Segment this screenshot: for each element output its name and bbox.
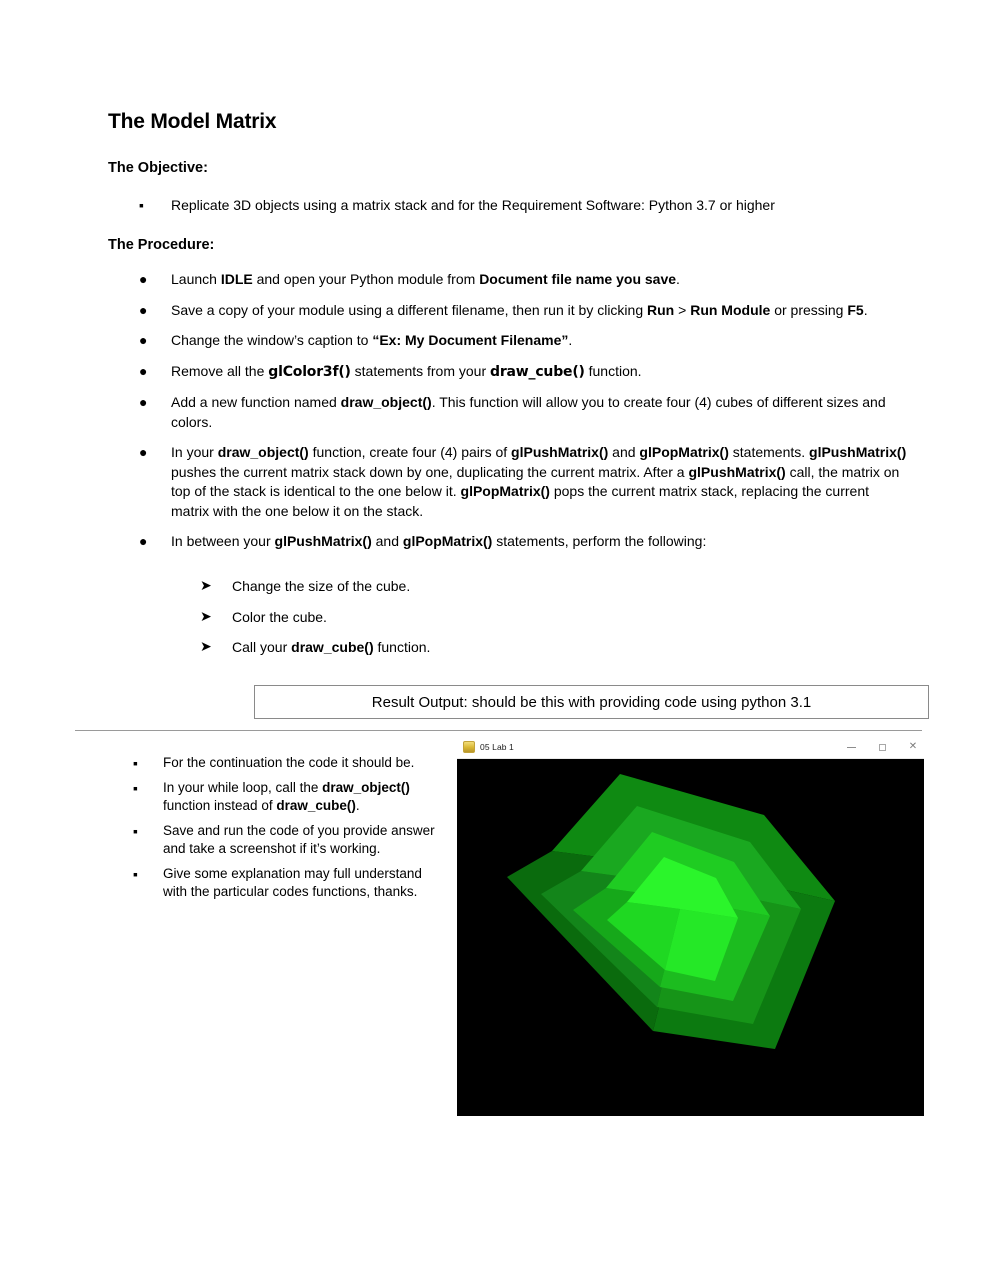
app-window-title: 05 Lab 1: [480, 742, 514, 752]
procedure-bullet-icon: ●: [139, 301, 148, 318]
app-titlebar: 05 Lab 1 ✕: [457, 736, 924, 759]
bottom-note-bullet-icon: ▪: [133, 865, 138, 882]
procedure-bullet-icon: ●: [139, 533, 148, 549]
procedure-heading: The Procedure:: [108, 237, 215, 253]
bottom-note-bullet-icon: ▪: [133, 779, 138, 796]
objective-bullet-icon: ▪: [139, 197, 144, 213]
window-controls: ✕: [844, 736, 920, 758]
bottom-note-text: In your while loop, call the draw_object…: [163, 779, 410, 814]
bottom-note-item: ▪ Give some explanation may full understa…: [133, 865, 445, 902]
close-icon[interactable]: ✕: [906, 740, 920, 754]
procedure-sublist: ➤ Change the size of the cube. ➤ Color the …: [200, 577, 620, 658]
procedure-text: In between your glPushMatrix() and glPop…: [171, 533, 707, 549]
bottom-note-text: Save and run the code of you provide ans…: [163, 822, 435, 857]
opengl-render-canvas: [457, 759, 924, 1116]
procedure-text: Save a copy of your module using a diffe…: [171, 301, 868, 318]
python-app-icon: [463, 741, 475, 753]
procedure-text: Launch IDLE and open your Python module …: [171, 271, 680, 287]
bottom-note-text: Give some explanation may full understan…: [163, 865, 422, 900]
bottom-note-item: ▪ For the continuation the code it should…: [133, 754, 445, 773]
bottom-note-bullet-icon: ▪: [133, 755, 138, 771]
procedure-item: ● Remove all the glColor3f() statements f…: [139, 362, 909, 383]
procedure-bullet-icon: ●: [139, 332, 148, 348]
procedure-bullet-icon: ●: [139, 362, 148, 379]
bottom-note-text: For the continuation the code it should …: [163, 755, 415, 770]
sub-procedure-bullet-icon: ➤: [200, 608, 212, 625]
sub-procedure-item: ➤ Change the size of the cube.: [200, 577, 620, 597]
result-output-label: Result Output: should be this with provi…: [371, 693, 812, 711]
procedure-text: In your draw_object() function, create f…: [171, 444, 907, 519]
procedure-item: ● Launch IDLE and open your Python module…: [139, 270, 909, 290]
bottom-note-item: ▪ Save and run the code of you provide an…: [133, 822, 445, 859]
procedure-item: ● In your draw_object() function, create …: [139, 443, 909, 521]
sub-procedure-text: Color the cube.: [232, 608, 327, 625]
sub-procedure-item: ➤ Call your draw_cube() function.: [200, 638, 620, 658]
maximize-icon[interactable]: [875, 740, 889, 754]
procedure-bullet-icon: ●: [139, 271, 148, 287]
document-page: The Model Matrix The Objective: ▪ Replica…: [0, 0, 989, 1280]
objective-item: ▪ Replicate 3D objects using a matrix sta…: [139, 196, 899, 216]
minimize-icon[interactable]: [844, 740, 858, 754]
procedure-text: Remove all the glColor3f() statements fr…: [171, 362, 642, 380]
procedure-bullet-icon: ●: [139, 444, 148, 460]
procedure-text: Add a new function named draw_object(). …: [171, 394, 886, 430]
objective-heading: The Objective:: [108, 160, 208, 176]
procedure-item: ● Change the window’s caption to “Ex: My …: [139, 331, 909, 351]
page-title: The Model Matrix: [108, 110, 277, 133]
sub-procedure-bullet-icon: ➤: [200, 639, 212, 655]
nested-cubes-graphic: [507, 774, 835, 1049]
sub-procedure-bullet-icon: ➤: [200, 578, 212, 594]
section-divider: [75, 730, 922, 731]
objective-list: ▪ Replicate 3D objects using a matrix sta…: [139, 196, 899, 216]
objective-text: Replicate 3D objects using a matrix stac…: [171, 197, 775, 213]
sub-procedure-text: Call your draw_cube() function.: [232, 639, 431, 655]
procedure-item: ● Save a copy of your module using a diff…: [139, 301, 909, 321]
bottom-note-bullet-icon: ▪: [133, 822, 138, 839]
procedure-list: ● Launch IDLE and open your Python module…: [139, 270, 909, 552]
bottom-notes-list: ▪ For the continuation the code it should…: [133, 754, 445, 908]
bottom-note-item: ▪ In your while loop, call the draw_objec…: [133, 779, 445, 816]
procedure-item: ● Add a new function named draw_object().…: [139, 393, 909, 432]
sub-procedure-text: Change the size of the cube.: [232, 578, 411, 594]
procedure-text: Change the window’s caption to “Ex: My D…: [171, 332, 573, 348]
sub-procedure-item: ➤ Color the cube.: [200, 608, 620, 628]
embedded-app-window: 05 Lab 1 ✕: [457, 736, 924, 1116]
result-output-box: Result Output: should be this with provi…: [254, 685, 929, 719]
procedure-item: ● In between your glPushMatrix() and glPo…: [139, 532, 909, 552]
procedure-bullet-icon: ●: [139, 394, 148, 410]
